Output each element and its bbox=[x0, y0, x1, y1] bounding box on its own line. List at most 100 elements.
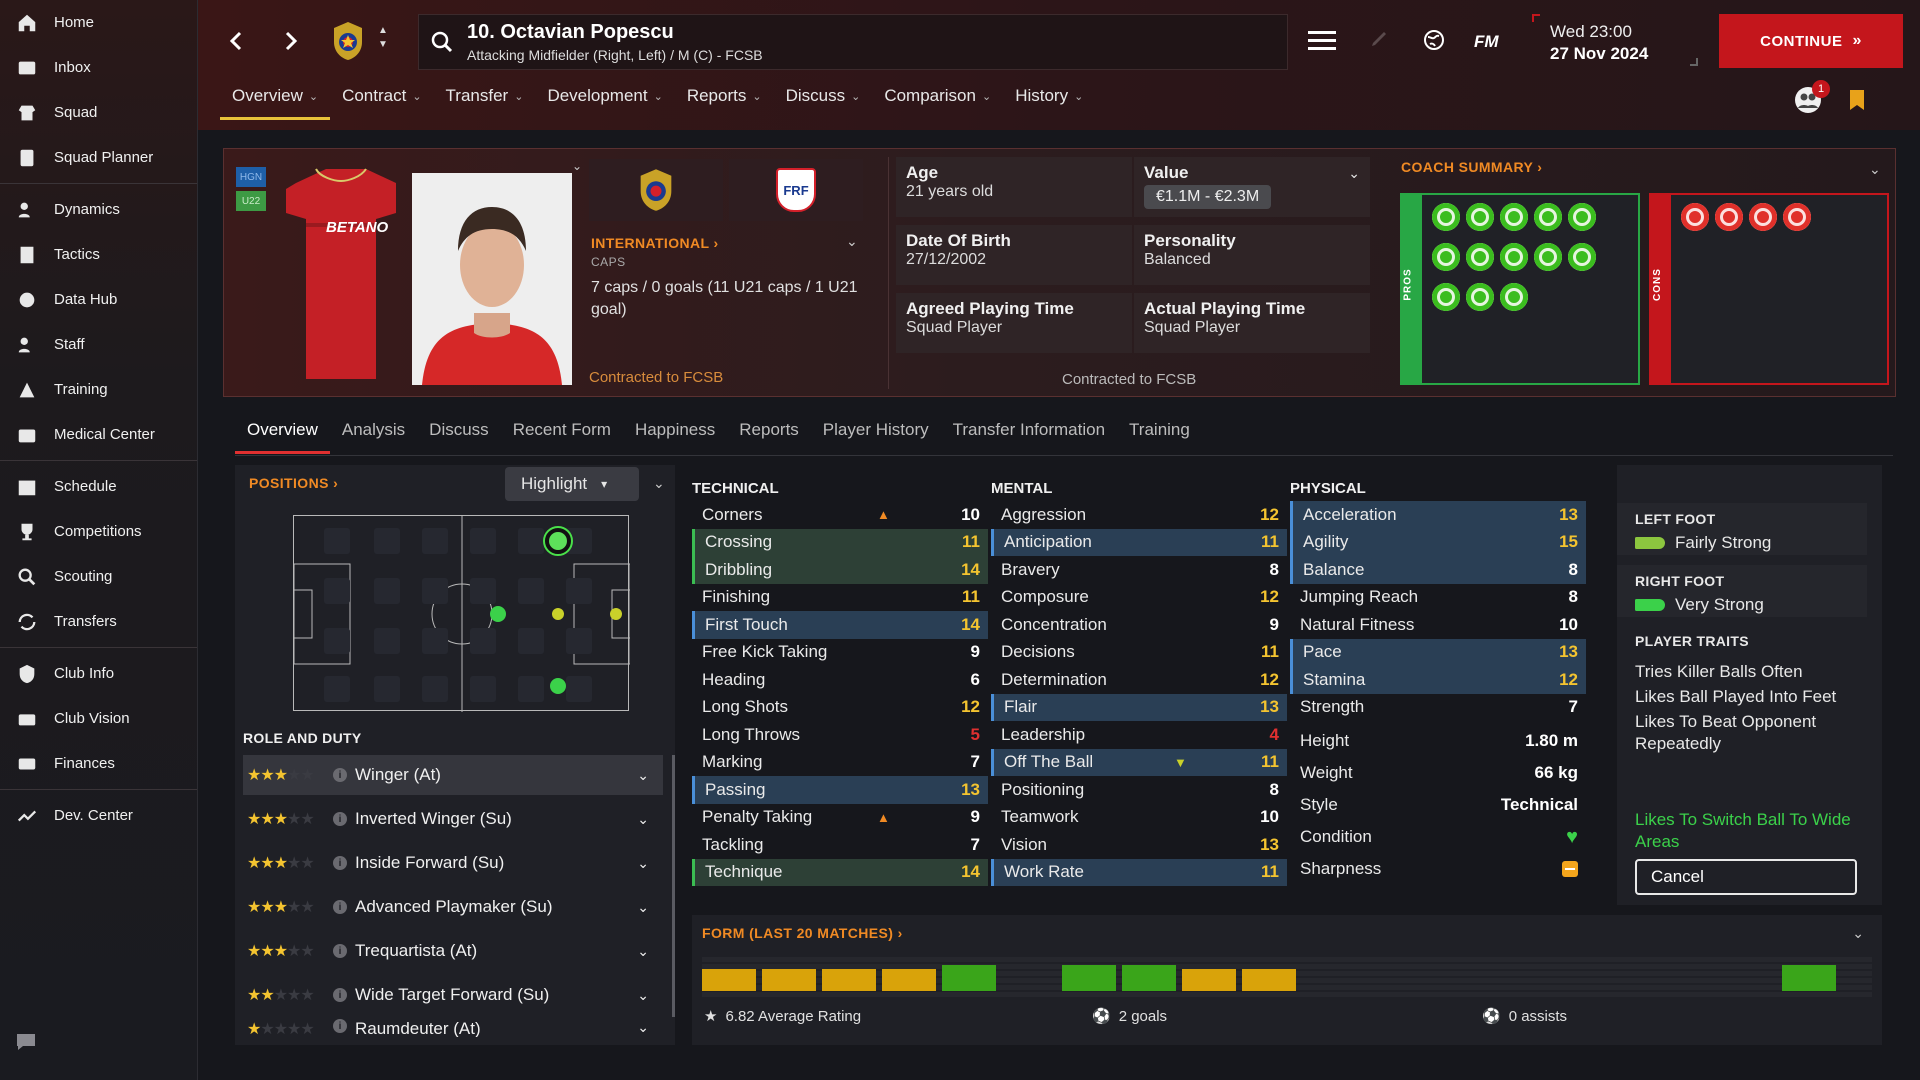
pitch-position-cell[interactable] bbox=[374, 578, 400, 604]
subtab-overview[interactable]: Overview bbox=[235, 420, 330, 454]
pro-attribute-icon[interactable] bbox=[1534, 203, 1562, 231]
game-date[interactable]: Wed 23:00 27 Nov 2024 bbox=[1550, 22, 1648, 64]
position-marker-accomplished[interactable] bbox=[490, 606, 506, 622]
form-match-bar[interactable] bbox=[882, 969, 936, 991]
sidebar-item-competitions[interactable]: Competitions bbox=[0, 509, 197, 554]
role-row[interactable]: ★★★★★ i Advanced Playmaker (Su) ⌄ bbox=[243, 887, 663, 927]
attribute-row-determination[interactable]: Determination 12 bbox=[991, 666, 1287, 694]
subtab-discuss[interactable]: Discuss bbox=[417, 420, 501, 454]
international-dropdown-icon[interactable]: ⌄ bbox=[846, 233, 858, 250]
tab-history[interactable]: History ⌄ bbox=[1003, 86, 1095, 120]
attribute-row-passing[interactable]: Passing 13 bbox=[692, 776, 988, 804]
subtab-training[interactable]: Training bbox=[1117, 420, 1202, 454]
pitch-position-cell[interactable] bbox=[324, 528, 350, 554]
info-icon[interactable]: i bbox=[333, 988, 347, 1002]
bookmark-icon[interactable] bbox=[1848, 88, 1866, 117]
positions-dropdown-icon[interactable]: ⌄ bbox=[653, 475, 665, 492]
form-match-bar[interactable] bbox=[1662, 969, 1716, 991]
subtab-player-history[interactable]: Player History bbox=[811, 420, 941, 454]
form-match-bar[interactable] bbox=[1182, 969, 1236, 991]
attribute-row-dribbling[interactable]: Dribbling 14 bbox=[692, 556, 988, 584]
role-dropdown-icon[interactable]: ⌄ bbox=[637, 943, 649, 960]
pro-attribute-icon[interactable] bbox=[1466, 283, 1494, 311]
pitch-position-cell[interactable] bbox=[324, 578, 350, 604]
club-crest-icon[interactable] bbox=[330, 20, 366, 67]
sidebar-item-data-hub[interactable]: Data Hub bbox=[0, 277, 197, 322]
sidebar-item-transfers[interactable]: Transfers bbox=[0, 599, 197, 644]
attribute-row-natural-fitness[interactable]: Natural Fitness 10 bbox=[1290, 611, 1586, 639]
forward-arrow-icon[interactable] bbox=[278, 28, 304, 54]
attribute-row-heading[interactable]: Heading 6 bbox=[692, 666, 988, 694]
pitch-position-cell[interactable] bbox=[374, 676, 400, 702]
form-match-bar[interactable] bbox=[702, 969, 756, 991]
info-icon[interactable]: i bbox=[333, 1019, 347, 1033]
coach-summary-dropdown-icon[interactable]: ⌄ bbox=[1869, 161, 1881, 178]
sidebar-item-squad-planner[interactable]: Squad Planner bbox=[0, 135, 197, 180]
role-row[interactable]: ★★★★★ i Raumdeuter (At) ⌄ bbox=[243, 1019, 663, 1037]
position-marker-competent[interactable] bbox=[610, 608, 622, 620]
attribute-row-decisions[interactable]: Decisions 11 bbox=[991, 639, 1287, 667]
form-match-bar[interactable] bbox=[1482, 969, 1536, 991]
form-match-bar[interactable] bbox=[822, 969, 876, 991]
photo-dropdown-icon[interactable]: ⌄ bbox=[572, 159, 582, 173]
attribute-row-concentration[interactable]: Concentration 9 bbox=[991, 611, 1287, 639]
attribute-row-free-kick-taking[interactable]: Free Kick Taking 9 bbox=[692, 639, 988, 667]
form-match-bar[interactable] bbox=[1302, 969, 1356, 991]
position-marker-natural[interactable] bbox=[543, 526, 573, 556]
role-dropdown-icon[interactable]: ⌄ bbox=[637, 987, 649, 1004]
sidebar-item-training[interactable]: Training bbox=[0, 367, 197, 412]
form-dropdown-icon[interactable]: ⌄ bbox=[1852, 925, 1864, 942]
sidebar-item-club-vision[interactable]: Club Vision bbox=[0, 696, 197, 741]
attribute-row-teamwork[interactable]: Teamwork 10 bbox=[991, 804, 1287, 832]
pitch-position-cell[interactable] bbox=[422, 628, 448, 654]
positions-link[interactable]: POSITIONS › bbox=[249, 475, 338, 491]
pitch-position-cell[interactable] bbox=[566, 578, 592, 604]
edit-icon[interactable] bbox=[1370, 30, 1388, 53]
role-dropdown-icon[interactable]: ⌄ bbox=[637, 855, 649, 872]
pitch-position-cell[interactable] bbox=[422, 676, 448, 702]
info-icon[interactable]: i bbox=[333, 768, 347, 782]
sidebar-item-dev-center[interactable]: Dev. Center bbox=[0, 793, 197, 838]
pitch-position-cell[interactable] bbox=[518, 578, 544, 604]
attribute-row-agility[interactable]: Agility 15 bbox=[1290, 528, 1586, 556]
cancel-button[interactable]: Cancel bbox=[1635, 859, 1857, 895]
attribute-row-leadership[interactable]: Leadership 4 bbox=[991, 721, 1287, 749]
pitch-position-cell[interactable] bbox=[518, 676, 544, 702]
role-row[interactable]: ★★★★★ i Wide Target Forward (Su) ⌄ bbox=[243, 975, 663, 1015]
attribute-row-acceleration[interactable]: Acceleration 13 bbox=[1290, 501, 1586, 529]
pitch-position-cell[interactable] bbox=[324, 628, 350, 654]
attribute-row-tackling[interactable]: Tackling 7 bbox=[692, 831, 988, 859]
fm-logo[interactable]: FM bbox=[1474, 32, 1499, 52]
coach-summary-link[interactable]: COACH SUMMARY › bbox=[1401, 159, 1542, 175]
attribute-row-positioning[interactable]: Positioning 8 bbox=[991, 776, 1287, 804]
club-switch-icon[interactable]: ▲ ▼ bbox=[378, 24, 388, 52]
sidebar-item-club-info[interactable]: Club Info bbox=[0, 651, 197, 696]
pro-attribute-icon[interactable] bbox=[1432, 243, 1460, 271]
subtab-happiness[interactable]: Happiness bbox=[623, 420, 727, 454]
world-icon[interactable] bbox=[1422, 28, 1446, 57]
attribute-row-long-throws[interactable]: Long Throws 5 bbox=[692, 721, 988, 749]
form-match-bar[interactable] bbox=[1242, 969, 1296, 991]
sidebar-item-home[interactable]: Home bbox=[0, 0, 197, 45]
attribute-row-crossing[interactable]: Crossing 11 bbox=[692, 528, 988, 556]
con-attribute-icon[interactable] bbox=[1715, 203, 1743, 231]
form-match-bar[interactable] bbox=[942, 965, 996, 991]
attribute-row-corners[interactable]: Corners ▲ 10 bbox=[692, 501, 988, 529]
sidebar-item-tactics[interactable]: Tactics bbox=[0, 232, 197, 277]
pro-attribute-icon[interactable] bbox=[1432, 283, 1460, 311]
federation-crest-box[interactable]: FRF bbox=[729, 159, 863, 221]
info-icon[interactable]: i bbox=[333, 900, 347, 914]
form-match-bar[interactable] bbox=[1542, 969, 1596, 991]
subtab-analysis[interactable]: Analysis bbox=[330, 420, 417, 454]
attribute-row-first-touch[interactable]: First Touch 14 bbox=[692, 611, 988, 639]
form-match-bar[interactable] bbox=[1422, 969, 1476, 991]
pitch-position-cell[interactable] bbox=[422, 578, 448, 604]
con-attribute-icon[interactable] bbox=[1681, 203, 1709, 231]
sidebar-item-inbox[interactable]: Inbox bbox=[0, 45, 197, 90]
attribute-row-work-rate[interactable]: Work Rate 11 bbox=[991, 858, 1287, 886]
pro-attribute-icon[interactable] bbox=[1500, 283, 1528, 311]
attribute-row-anticipation[interactable]: Anticipation 11 bbox=[991, 528, 1287, 556]
pitch-position-cell[interactable] bbox=[518, 528, 544, 554]
club-crest-box[interactable] bbox=[589, 159, 723, 221]
pitch-position-cell[interactable] bbox=[470, 628, 496, 654]
